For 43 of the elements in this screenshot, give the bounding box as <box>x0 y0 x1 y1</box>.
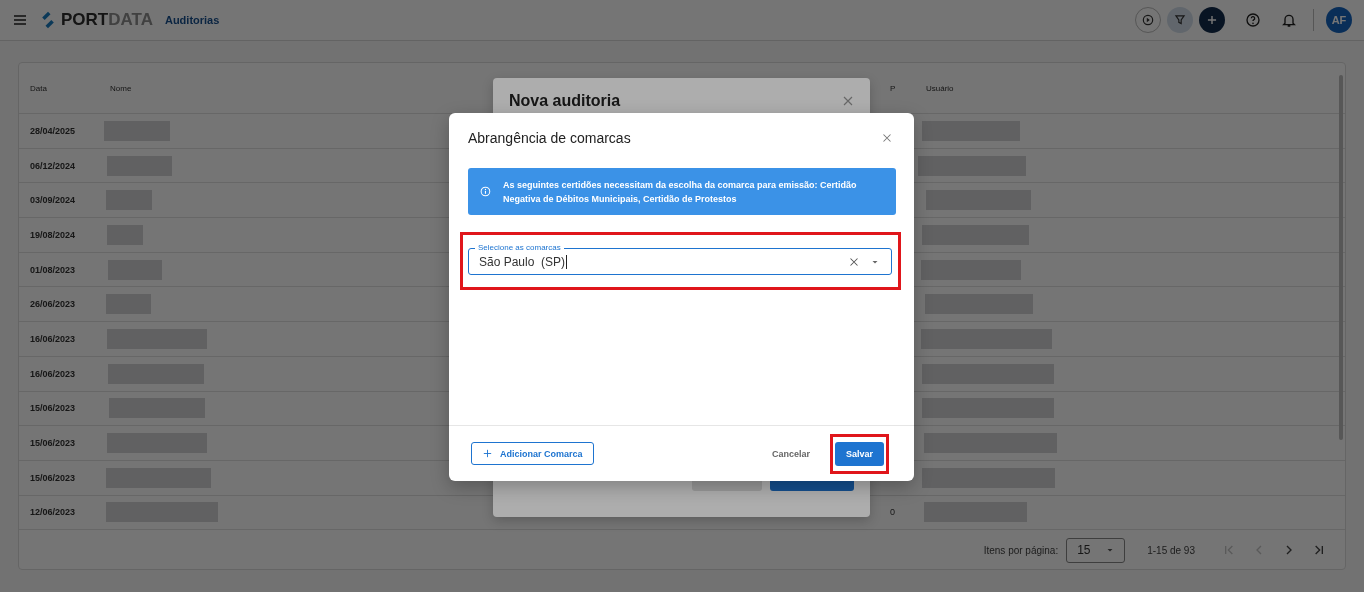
text-cursor <box>566 254 568 269</box>
save-button[interactable]: Salvar <box>834 441 884 466</box>
table-cell-text: 0 <box>890 507 896 518</box>
notifications-button[interactable] <box>1281 12 1297 28</box>
cancel-button[interactable]: Cancelar <box>761 442 820 465</box>
alert-message: As seguintes certidões necessitam da escolha da comarca para emissão: Certidão Negativa de Débitos Municipais, Certidão de Protestos <box>502 178 858 206</box>
field-value: São Paulo (SP) <box>479 254 566 269</box>
dialog-title: Nova auditoria <box>509 92 621 110</box>
date-cell-text: 01/08/2023 <box>30 264 77 275</box>
user-avatar[interactable]: AF <box>1326 7 1352 33</box>
date-cell-text: 15/06/2023 <box>30 403 77 414</box>
date-cell-text: 06/12/2024 <box>30 160 77 171</box>
page-size-select[interactable]: 15 <box>1066 537 1126 563</box>
play-button[interactable] <box>1135 7 1161 33</box>
date-cell-text: 12/06/2023 <box>30 507 77 518</box>
column-header[interactable]: P <box>890 83 926 93</box>
column-header[interactable]: Data <box>30 83 110 93</box>
date-cell-text: 19/08/2024 <box>30 229 77 240</box>
column-header[interactable]: Usuário <box>926 83 1345 93</box>
bell-icon <box>1281 12 1297 28</box>
page-title: Auditorias <box>164 14 220 26</box>
dialog-title: Abrangência de comarcas <box>468 130 631 146</box>
add-comarca-button[interactable]: Adicionar Comarca <box>471 442 594 465</box>
date-cell-text: 26/06/2023 <box>30 299 77 310</box>
filter-button[interactable] <box>1167 7 1193 33</box>
logo-wordmark: PORTDATA <box>61 10 153 30</box>
date-cell-text: 15/06/2023 <box>30 472 77 483</box>
date-cell-text: 15/06/2023 <box>30 438 77 449</box>
menu-icon[interactable] <box>12 12 28 28</box>
date-cell-text: 16/06/2023 <box>30 368 77 379</box>
plus-icon <box>1205 13 1219 27</box>
date-cell-text: 03/09/2024 <box>30 195 77 206</box>
date-cell-text: 28/04/2025 <box>30 125 77 136</box>
date-cell-text: 16/06/2023 <box>30 333 77 344</box>
help-button[interactable] <box>1245 12 1261 28</box>
plus-icon <box>482 448 493 459</box>
add-button[interactable] <box>1199 7 1225 33</box>
help-icon <box>1245 12 1261 28</box>
filter-icon <box>1173 13 1187 27</box>
page-range: 1-15 de 93 <box>1147 544 1195 556</box>
field-label: Selecione as comarcas <box>475 243 564 253</box>
play-icon <box>1141 13 1155 27</box>
page-size-label: Itens por página: <box>983 544 1059 556</box>
